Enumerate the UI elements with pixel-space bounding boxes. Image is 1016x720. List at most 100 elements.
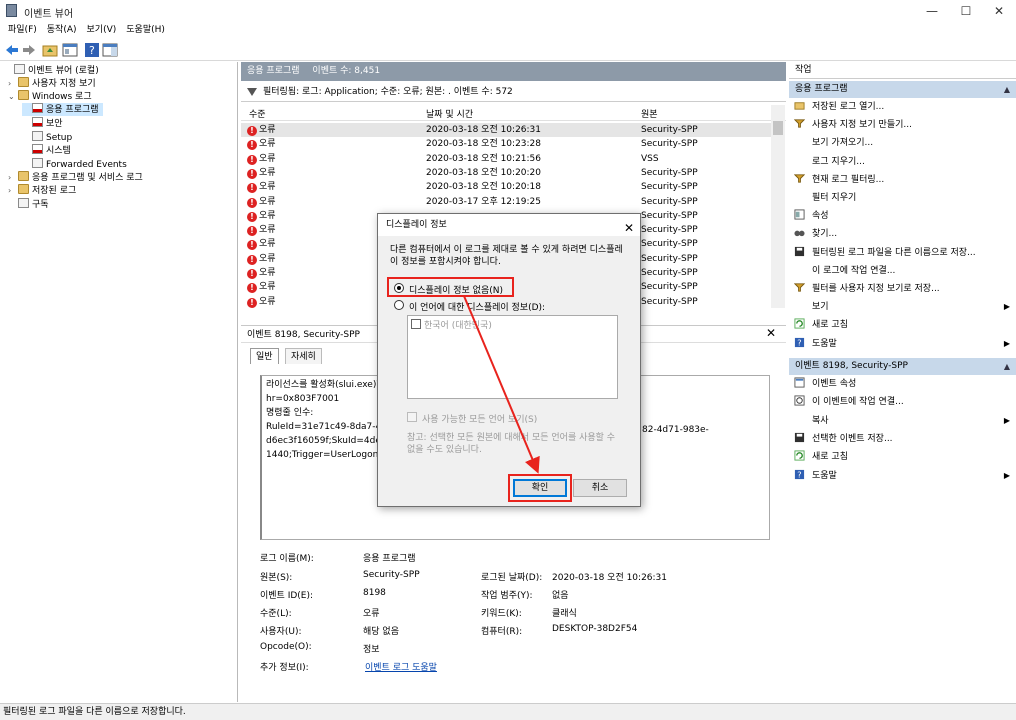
tree-item-application[interactable]: 응용 프로그램 bbox=[22, 103, 103, 116]
action-item[interactable]: 속성 bbox=[794, 208, 1014, 224]
blank-icon bbox=[794, 300, 805, 311]
table-row[interactable]: ! 오류 2020-03-18 오전 10:21:56 VSS bbox=[241, 152, 771, 166]
tree-item-event-viewer-local[interactable]: 이벤트 뷰어 (로컬) bbox=[4, 64, 99, 77]
keywords-value: 클래식 bbox=[552, 609, 577, 619]
action-item[interactable]: 필터를 사용자 지정 보기로 저장... bbox=[794, 281, 1014, 297]
column-header-level[interactable]: 수준 bbox=[249, 107, 266, 120]
collapse-icon[interactable]: ▲ bbox=[1004, 81, 1010, 98]
show-hide-pane-icon[interactable] bbox=[102, 42, 118, 58]
tree-expander[interactable]: › bbox=[8, 77, 18, 90]
action-item[interactable]: 새로 고침 bbox=[794, 317, 1014, 333]
minimize-button[interactable]: — bbox=[915, 0, 949, 22]
action-label: 필터링된 로그 파일을 다른 이름으로 저장... bbox=[812, 247, 976, 258]
datetime-cell: 2020-03-17 오후 12:19:25 bbox=[426, 196, 542, 207]
source-cell: Security-SPP bbox=[641, 125, 698, 135]
tree-item-label: 응용 프로그램 및 서비스 로그 bbox=[32, 173, 143, 183]
radio-display-info-language-label[interactable]: 이 언어에 대한 디스플레이 정보(D): bbox=[409, 300, 545, 313]
action-item[interactable]: 현재 로그 필터링... bbox=[794, 172, 1014, 188]
action-item[interactable]: ? 도움말 ▶ bbox=[794, 468, 1014, 484]
tree-item-forwarded-events[interactable]: Forwarded Events bbox=[22, 158, 127, 171]
scrollbar-thumb[interactable] bbox=[773, 121, 783, 135]
properties-icon[interactable] bbox=[62, 42, 78, 58]
action-item[interactable]: 필터링된 로그 파일을 다른 이름으로 저장... bbox=[794, 245, 1014, 261]
level-text: 오류 bbox=[259, 153, 276, 164]
table-header: 수준 날짜 및 시간 원본 bbox=[241, 105, 786, 121]
help-icon[interactable]: ? bbox=[84, 42, 100, 58]
action-item[interactable]: 로그 지우기... bbox=[794, 154, 1014, 170]
open-folder-icon bbox=[794, 102, 805, 110]
maximize-button[interactable]: ☐ bbox=[949, 0, 983, 22]
forward-icon[interactable] bbox=[21, 42, 37, 58]
tree-item-system[interactable]: 시스템 bbox=[22, 144, 71, 157]
action-item[interactable]: ? 도움말 ▶ bbox=[794, 336, 1014, 352]
action-label: 보기 가져오기... bbox=[812, 138, 874, 149]
table-row[interactable]: ! 오류 2020-03-17 오후 12:19:25 Security-SPP bbox=[241, 195, 771, 209]
language-checkbox[interactable] bbox=[411, 319, 421, 329]
actions-header: 작업 bbox=[789, 62, 1016, 79]
error-icon: ! bbox=[247, 254, 257, 265]
filter-icon bbox=[794, 119, 805, 128]
action-item[interactable]: 이 로그에 작업 연결... bbox=[794, 263, 1014, 279]
close-button[interactable]: ✕ bbox=[982, 0, 1016, 22]
event-table-scrollbar[interactable] bbox=[771, 105, 785, 308]
collapse-icon[interactable]: ▲ bbox=[1004, 358, 1010, 375]
action-item[interactable]: 보기 ▶ bbox=[794, 299, 1014, 315]
folder-icon bbox=[18, 77, 29, 87]
cancel-button[interactable]: 취소 bbox=[573, 479, 627, 497]
action-item[interactable]: 보기 가져오기... bbox=[794, 135, 1014, 151]
menu-help[interactable]: 도움말(H) bbox=[121, 22, 170, 39]
table-row[interactable]: ! 오류 2020-03-18 오전 10:23:28 Security-SPP bbox=[241, 137, 771, 151]
folder-icon bbox=[18, 90, 29, 100]
action-item[interactable]: 복사 ▶ bbox=[794, 413, 1014, 429]
menu-action[interactable]: 동작(A) bbox=[42, 22, 82, 39]
tab-general[interactable]: 일반 bbox=[250, 348, 279, 364]
tree-item-saved-logs[interactable]: › 저장된 로그 bbox=[8, 184, 76, 197]
back-icon[interactable] bbox=[4, 42, 20, 58]
event-log-help-link[interactable]: 이벤트 로그 도움말 bbox=[365, 660, 437, 673]
tree-item-subscriptions[interactable]: 구독 bbox=[8, 198, 49, 211]
level-text: 오류 bbox=[259, 125, 276, 135]
action-item[interactable]: 새로 고침 bbox=[794, 449, 1014, 465]
menu-file[interactable]: 파일(F) bbox=[0, 22, 42, 39]
table-row[interactable]: ! 오류 2020-03-18 오전 10:20:20 Security-SPP bbox=[241, 166, 771, 180]
action-item[interactable]: 이 이벤트에 작업 연결... bbox=[794, 394, 1014, 410]
table-row[interactable]: ! 오류 2020-03-18 오전 10:20:18 Security-SPP bbox=[241, 180, 771, 194]
column-header-datetime[interactable]: 날짜 및 시간 bbox=[426, 107, 473, 120]
tree-item-app-service-logs[interactable]: › 응용 프로그램 및 서비스 로그 bbox=[8, 171, 143, 184]
tree-item-custom-views[interactable]: › 사용자 지정 보기 bbox=[8, 77, 96, 90]
tree-expander[interactable]: › bbox=[8, 171, 18, 184]
action-item[interactable]: 이벤트 속성 bbox=[794, 376, 1014, 392]
tree-item-windows-logs[interactable]: ⌄ Windows 로그 bbox=[8, 90, 92, 103]
source-cell: Security-SPP bbox=[641, 296, 698, 307]
error-icon: ! bbox=[247, 126, 257, 136]
actions-section-application[interactable]: 응용 프로그램 ▲ bbox=[789, 81, 1016, 98]
close-detail-icon[interactable]: ✕ bbox=[764, 326, 778, 340]
properties-icon bbox=[794, 209, 805, 220]
table-row[interactable]: ! 오류 2020-03-18 오전 10:26:31 Security-SPP bbox=[241, 123, 771, 137]
column-header-source[interactable]: 원본 bbox=[641, 107, 658, 120]
error-icon: ! bbox=[247, 140, 257, 151]
level-value: 오류 bbox=[363, 609, 380, 619]
tree-item-setup[interactable]: Setup bbox=[22, 131, 72, 144]
action-label: 저장된 로그 열기... bbox=[812, 102, 885, 112]
level-text: 오류 bbox=[259, 239, 276, 250]
tab-details[interactable]: 자세히 bbox=[285, 348, 322, 364]
tree-item-security[interactable]: 보안 bbox=[22, 117, 63, 130]
language-list[interactable]: 한국어 (대한민국) bbox=[407, 315, 618, 399]
level-text: 오류 bbox=[259, 139, 276, 150]
menu-view[interactable]: 보기(V) bbox=[82, 22, 122, 39]
up-folder-icon[interactable] bbox=[42, 42, 58, 58]
all-languages-checkbox[interactable] bbox=[407, 412, 417, 422]
action-item[interactable]: 필터 지우기 bbox=[794, 190, 1014, 206]
tree-expander[interactable]: › bbox=[8, 184, 18, 197]
action-item[interactable]: 사용자 지정 보기 만들기... bbox=[794, 117, 1014, 133]
action-item[interactable]: 찾기... bbox=[794, 226, 1014, 242]
tree-expander[interactable]: ⌄ bbox=[8, 90, 18, 103]
error-icon: ! bbox=[247, 240, 257, 251]
action-item[interactable]: 저장된 로그 열기... bbox=[794, 99, 1014, 115]
actions-section-event[interactable]: 이벤트 8198, Security-SPP ▲ bbox=[789, 358, 1016, 375]
dialog-close-icon[interactable]: ✕ bbox=[624, 217, 634, 239]
radio-display-info-language[interactable] bbox=[394, 300, 404, 310]
error-icon: ! bbox=[247, 269, 257, 279]
action-item[interactable]: 선택한 이벤트 저장... bbox=[794, 431, 1014, 447]
